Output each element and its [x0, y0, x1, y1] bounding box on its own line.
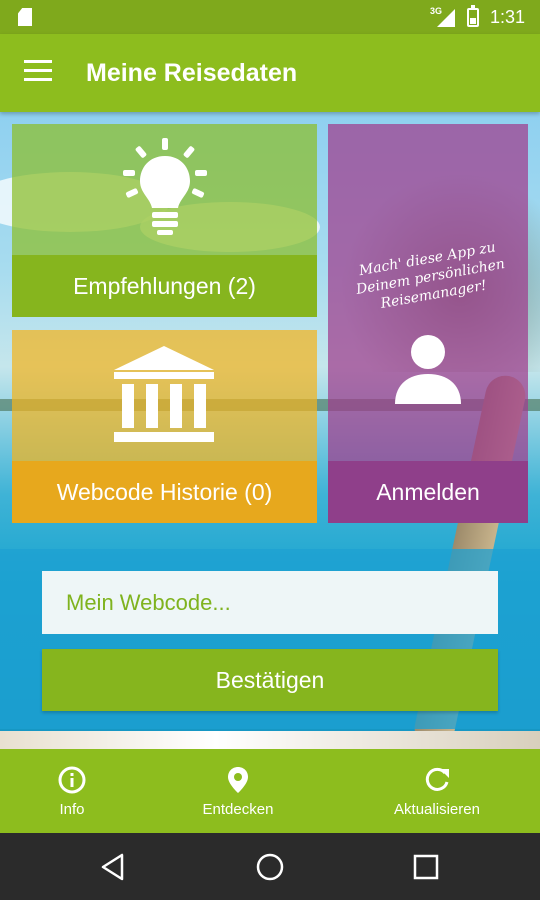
webcode-input[interactable] [42, 571, 498, 634]
sd-card-icon [18, 8, 32, 26]
background-sand [0, 731, 540, 749]
confirm-button[interactable]: Bestätigen [42, 649, 498, 711]
refresh-icon [425, 767, 449, 791]
back-icon[interactable] [98, 851, 130, 883]
tile-empfehlungen[interactable]: Empfehlungen (2) [12, 124, 317, 317]
page-title: Meine Reisedaten [86, 59, 298, 87]
status-time: 1:31 [490, 7, 526, 27]
tile-anmelden-label: Anmelden [328, 461, 528, 523]
app-bar: Meine Reisedaten [0, 34, 540, 112]
status-bar: 3G 1:31 [0, 0, 540, 34]
lightbulb-icon [123, 138, 207, 235]
network-type: 3G [430, 6, 443, 16]
info-icon [58, 766, 86, 793]
nav-aktualisieren-label: Aktualisieren [394, 800, 480, 818]
anmelden-tagline: Mach' diese App zu Deinem persönlichen R… [354, 239, 507, 312]
bottom-navigation: Info Entdecken Aktualisieren [0, 749, 540, 833]
recent-apps-icon[interactable] [410, 851, 442, 883]
location-pin-icon [228, 766, 248, 793]
tile-webcode-historie[interactable]: Webcode Historie (0) [12, 330, 317, 523]
battery-icon [467, 5, 479, 27]
nav-info-label: Info [59, 800, 85, 818]
tile-webcode-historie-label: Webcode Historie (0) [12, 461, 317, 523]
nav-entdecken[interactable]: Entdecken [178, 749, 298, 833]
home-icon[interactable] [254, 851, 286, 883]
bank-building-icon [114, 346, 214, 442]
nav-entdecken-label: Entdecken [202, 800, 274, 818]
webcode-form: Bestätigen [0, 549, 540, 729]
user-icon [395, 335, 461, 404]
nav-info[interactable]: Info [22, 749, 122, 833]
system-navigation-bar [0, 833, 540, 900]
main-content: Empfehlungen (2) Webcode Historie (0) Ma… [0, 112, 540, 749]
tile-anmelden[interactable]: Mach' diese App zu Deinem persönlichen R… [328, 124, 528, 523]
tile-empfehlungen-label: Empfehlungen (2) [12, 255, 317, 317]
menu-icon[interactable] [24, 60, 52, 84]
nav-aktualisieren[interactable]: Aktualisieren [372, 749, 502, 833]
